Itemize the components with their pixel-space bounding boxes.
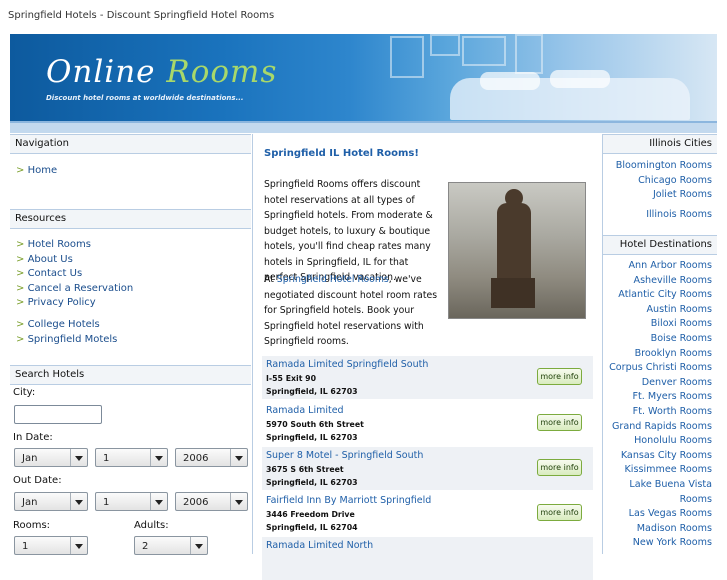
statue-photo xyxy=(448,182,586,319)
navigation-header: Navigation xyxy=(10,134,251,154)
hotel-name-link[interactable]: Fairfield Inn By Marriott Springfield xyxy=(266,495,431,506)
chevron-down-icon xyxy=(150,493,167,510)
more-info-button[interactable]: more info xyxy=(537,459,582,476)
hotel-city: Springfield, IL 62704 xyxy=(266,523,358,532)
chevron-down-icon xyxy=(70,537,87,554)
destination-link[interactable]: Ft. Worth Rooms xyxy=(609,405,712,420)
destination-link[interactable]: Denver Rooms xyxy=(609,376,712,391)
chevron-down-icon xyxy=(230,493,247,510)
city-link[interactable]: Illinois Rooms xyxy=(603,208,712,223)
destination-link[interactable]: Kissimmee Rooms xyxy=(609,463,712,478)
nav-link-privacy-policy[interactable]: Privacy Policy xyxy=(16,296,133,311)
adults-label: Adults: xyxy=(134,520,169,531)
destination-link[interactable]: New York Rooms xyxy=(609,536,712,551)
chevron-down-icon xyxy=(70,449,87,466)
hotel-address: 5970 South 6th Street xyxy=(266,420,364,429)
resources-list-2: College Hotels Springfield Motels xyxy=(10,318,118,348)
in-year-select[interactable]: 2006 xyxy=(175,448,248,467)
hotel-listing: Ramada Limited 5970 South 6th Street Spr… xyxy=(262,402,593,445)
left-sidebar: Navigation Home Resources Hotel Rooms Ab… xyxy=(10,134,251,555)
hotel-destinations-header: Hotel Destinations xyxy=(603,235,717,255)
hotel-name-link[interactable]: Ramada Limited xyxy=(266,405,344,416)
out-month-select[interactable]: Jan xyxy=(14,492,88,511)
nav-link-home[interactable]: Home xyxy=(16,164,251,179)
chevron-down-icon xyxy=(230,449,247,466)
hotel-listing: Ramada Limited North xyxy=(262,537,593,580)
illinois-cities-header: Illinois Cities xyxy=(603,134,717,154)
chevron-down-icon xyxy=(70,493,87,510)
page-title: Springfield Hotels - Discount Springfiel… xyxy=(8,10,275,21)
destination-link[interactable]: Ft. Myers Rooms xyxy=(609,390,712,405)
destination-link[interactable]: Las Vegas Rooms xyxy=(609,507,712,522)
nav-link-hotel-rooms[interactable]: Hotel Rooms xyxy=(16,238,133,253)
out-date-label: Out Date: xyxy=(13,475,62,486)
destination-link[interactable]: Boise Rooms xyxy=(609,332,712,347)
destination-link[interactable]: Atlantic City Rooms xyxy=(609,288,712,303)
city-link[interactable]: Joliet Rooms xyxy=(603,188,712,203)
hotel-address: I-55 Exit 90 xyxy=(266,374,317,383)
hotel-destinations-list: Ann Arbor Rooms Asheville Rooms Atlantic… xyxy=(609,259,717,551)
destination-link[interactable]: Corpus Christi Rooms xyxy=(609,361,712,376)
search-header: Search Hotels xyxy=(10,365,251,385)
adults-select[interactable]: 2 xyxy=(134,536,208,555)
intro-paragraph: Springfield Rooms offers discount hotel … xyxy=(264,179,433,283)
site-banner: Online Rooms Discount hotel rooms at wor… xyxy=(10,34,717,133)
more-info-button[interactable]: more info xyxy=(537,368,582,385)
destination-link[interactable]: Biloxi Rooms xyxy=(609,317,712,332)
destination-link[interactable]: Ann Arbor Rooms xyxy=(609,259,712,274)
hotel-city: Springfield, IL 62703 xyxy=(266,478,358,487)
destination-link[interactable]: Kansas City Rooms xyxy=(609,449,712,464)
destination-link[interactable]: Asheville Rooms xyxy=(609,274,713,289)
main-heading: Springfield IL Hotel Rooms! xyxy=(264,148,419,159)
main-content: Springfield IL Hotel Rooms! Springfield … xyxy=(253,134,601,580)
destination-link[interactable]: Rooms xyxy=(609,493,712,508)
destination-link[interactable]: Grand Rapids Rooms xyxy=(609,420,712,435)
nav-link-about-us[interactable]: About Us xyxy=(16,253,133,268)
more-info-button[interactable]: more info xyxy=(537,414,582,431)
hotel-listing: Super 8 Motel - Springfield South 3675 S… xyxy=(262,447,593,490)
city-link[interactable]: Bloomington Rooms xyxy=(603,159,712,174)
rates-paragraph: At Springfield Hotel Rooms, we've negoti… xyxy=(264,274,438,347)
navigation-list: Home xyxy=(10,164,251,179)
in-day-select[interactable]: 1 xyxy=(95,448,168,467)
destination-link[interactable]: Madison Rooms xyxy=(609,522,712,537)
hotel-name-link[interactable]: Ramada Limited North xyxy=(266,540,373,551)
out-day-select[interactable]: 1 xyxy=(95,492,168,511)
hotel-listing: Ramada Limited Springfield South I-55 Ex… xyxy=(262,356,593,399)
destination-link[interactable]: Honolulu Rooms xyxy=(609,434,712,449)
hotel-city: Springfield, IL 62703 xyxy=(266,387,358,396)
site-logo[interactable]: Online Rooms xyxy=(46,54,277,90)
destination-link[interactable]: Lake Buena Vista xyxy=(609,478,712,493)
in-month-select[interactable]: Jan xyxy=(14,448,88,467)
resources-header: Resources xyxy=(10,209,251,229)
resources-list: Hotel Rooms About Us Contact Us Cancel a… xyxy=(10,238,134,311)
hotel-address: 3446 Freedom Drive xyxy=(266,510,355,519)
hotel-address: 3675 S 6th Street xyxy=(266,465,344,474)
right-sidebar: Illinois Cities Bloomington Rooms Chicag… xyxy=(603,134,717,554)
illinois-cities-list: Bloomington Rooms Chicago Rooms Joliet R… xyxy=(603,159,717,222)
destination-link[interactable]: Austin Rooms xyxy=(609,303,712,318)
in-date-label: In Date: xyxy=(13,432,53,443)
city-label: City: xyxy=(13,387,36,398)
chevron-down-icon xyxy=(150,449,167,466)
rooms-select[interactable]: 1 xyxy=(14,536,88,555)
hotel-city: Springfield, IL 62703 xyxy=(266,433,358,442)
springfield-hotel-rooms-link[interactable]: Springfield Hotel Rooms xyxy=(277,274,389,285)
hotel-name-link[interactable]: Ramada Limited Springfield South xyxy=(266,359,428,370)
nav-link-contact-us[interactable]: Contact Us xyxy=(16,267,133,282)
nav-link-cancel-reservation[interactable]: Cancel a Reservation xyxy=(16,282,134,297)
rooms-label: Rooms: xyxy=(13,520,51,531)
tagline: Discount hotel rooms at worldwide destin… xyxy=(46,94,244,102)
hotel-name-link[interactable]: Super 8 Motel - Springfield South xyxy=(266,450,423,461)
city-link[interactable]: Chicago Rooms xyxy=(603,174,712,189)
chevron-down-icon xyxy=(190,537,207,554)
destination-link[interactable]: Brooklyn Rooms xyxy=(609,347,712,362)
nav-link-springfield-motels[interactable]: Springfield Motels xyxy=(16,333,118,348)
hotel-listing: Fairfield Inn By Marriott Springfield 34… xyxy=(262,492,593,535)
nav-link-college-hotels[interactable]: College Hotels xyxy=(16,318,117,333)
city-input[interactable] xyxy=(14,405,102,424)
more-info-button[interactable]: more info xyxy=(537,504,582,521)
out-year-select[interactable]: 2006 xyxy=(175,492,248,511)
